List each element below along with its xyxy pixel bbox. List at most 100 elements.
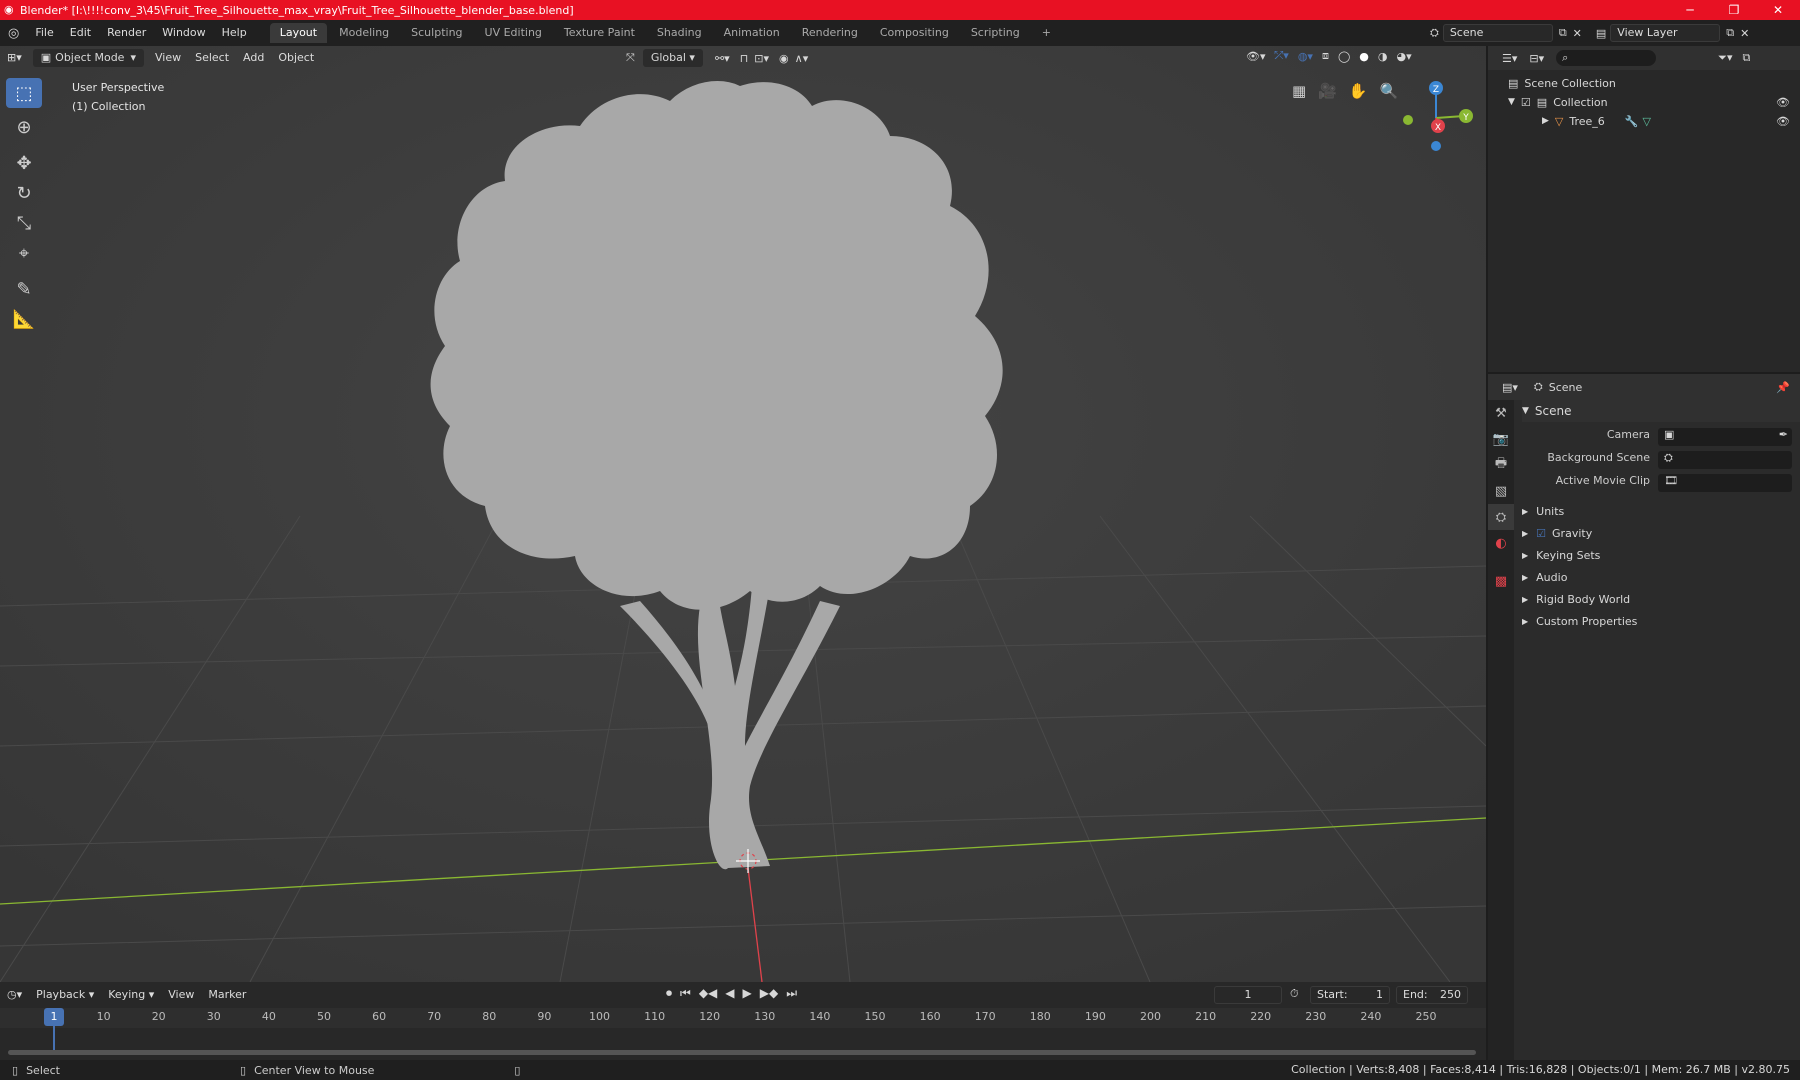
outliner-editor-icon[interactable]: ☰▾ [1502, 52, 1517, 65]
tab-rendering[interactable]: Rendering [792, 23, 868, 43]
background-scene-field[interactable]: ⛭ [1658, 451, 1792, 469]
timeline-editor-icon[interactable]: ◷▾ [0, 985, 29, 1005]
solid-shading-icon[interactable]: ● [1359, 50, 1369, 63]
pin-icon[interactable]: 📌 [1776, 381, 1790, 394]
new-scene-icon[interactable]: ⧉ [1559, 26, 1567, 40]
viewport-menu-object[interactable]: Object [271, 48, 321, 68]
tab-shading[interactable]: Shading [647, 23, 712, 43]
tab-modeling[interactable]: Modeling [329, 23, 399, 43]
ortho-toggle-icon[interactable]: ▦ [1292, 82, 1306, 100]
eyedropper-icon[interactable]: ✒ [1779, 428, 1788, 441]
scene-selector[interactable]: Scene [1442, 24, 1553, 42]
expand-arrow-icon[interactable]: ▼ [1508, 93, 1515, 112]
camera-view-icon[interactable]: 🎥 [1318, 82, 1337, 100]
preview-range-icon[interactable]: ⏱ [1290, 987, 1299, 1001]
view-layer-icon[interactable]: ▤ [1596, 27, 1606, 40]
outliner-search-input[interactable]: ⌕ [1556, 50, 1657, 66]
tab-compositing[interactable]: Compositing [870, 23, 959, 43]
3d-viewport[interactable] [0, 46, 1486, 982]
section-rigid-body-world[interactable]: ▶ Rigid Body World [1522, 590, 1800, 609]
section-audio[interactable]: ▶ Audio [1522, 568, 1800, 587]
add-workspace-button[interactable]: + [1032, 23, 1061, 43]
rotate-tool-icon[interactable]: ↻ [6, 178, 42, 208]
end-frame-field[interactable]: End: 250 [1396, 986, 1468, 1004]
timeline-menu-marker[interactable]: Marker [201, 985, 253, 1005]
overlays-icon[interactable]: ◍▾ [1298, 50, 1313, 63]
remove-scene-icon[interactable]: ✕ [1573, 27, 1582, 40]
cursor-tool-icon[interactable]: ⊕ [6, 112, 42, 142]
start-frame-field[interactable]: Start: 1 [1310, 986, 1390, 1004]
record-icon[interactable]: ⏺ [666, 986, 672, 1001]
section-custom-properties[interactable]: ▶ Custom Properties [1522, 612, 1800, 631]
display-mode-icon[interactable]: ⊟▾ [1529, 52, 1544, 65]
viewport-menu-select[interactable]: Select [188, 48, 236, 68]
world-tab-icon[interactable]: ◐ [1488, 530, 1514, 556]
section-keying-sets[interactable]: ▶ Keying Sets [1522, 546, 1800, 565]
scene-panel-header[interactable]: ▼ Scene [1522, 400, 1800, 422]
new-collection-icon[interactable]: ⧉ [1742, 51, 1750, 65]
tab-layout[interactable]: Layout [269, 23, 328, 43]
playhead[interactable]: 1 [44, 1008, 64, 1026]
move-tool-icon[interactable]: ✥ [6, 148, 42, 178]
menu-render[interactable]: Render [99, 20, 154, 46]
viewport-menu-view[interactable]: View [148, 48, 188, 68]
scale-tool-icon[interactable]: ⤡ [6, 208, 42, 238]
minimize-button[interactable]: ─ [1668, 0, 1712, 20]
timeline-menu-view[interactable]: View [161, 985, 201, 1005]
rendered-shading-icon[interactable]: ◕▾ [1396, 50, 1411, 63]
tool-tab-icon[interactable]: ⚒ [1488, 400, 1514, 426]
tab-uv-editing[interactable]: UV Editing [475, 23, 552, 43]
proportional-edit-icon[interactable]: ◉ [779, 52, 789, 65]
eye-icon[interactable]: 👁 [1776, 93, 1790, 112]
timeline-menu-playback[interactable]: Playback ▾ [29, 985, 101, 1005]
falloff-icon[interactable]: ∧▾ [795, 52, 809, 65]
play-icon[interactable]: ▶ [743, 986, 752, 1001]
jump-keyframe-forward-icon[interactable]: ▶◆ [760, 986, 778, 1001]
transform-orientation-selector[interactable]: Global ▾ [642, 49, 703, 67]
modifier-wrench-icon[interactable]: 🔧 [1625, 112, 1639, 131]
tab-animation[interactable]: Animation [714, 23, 790, 43]
include-checkbox[interactable]: ☑ [1521, 93, 1531, 112]
tab-texture-paint[interactable]: Texture Paint [554, 23, 645, 43]
outliner-row-collection[interactable]: ▼ ☑ ▤ Collection 👁 [1488, 93, 1800, 112]
mode-selector[interactable]: ▣ Object Mode ▾ [32, 49, 144, 67]
jump-keyframe-back-icon[interactable]: ◆◀ [699, 986, 717, 1001]
material-shading-icon[interactable]: ◑ [1378, 50, 1388, 63]
editor-type-icon[interactable]: ⊞▾ [0, 48, 29, 68]
expand-arrow-icon[interactable]: ▶ [1542, 112, 1549, 131]
section-units[interactable]: ▶ Units [1522, 502, 1800, 521]
scene-tab-icon[interactable]: ⛭ [1488, 504, 1514, 530]
view-layer-selector[interactable]: View Layer [1610, 24, 1721, 42]
tab-sculpting[interactable]: Sculpting [401, 23, 472, 43]
transform-tool-icon[interactable]: ⌖ [6, 238, 42, 268]
jump-end-icon[interactable]: ⏭ [786, 986, 797, 1001]
measure-tool-icon[interactable]: 📐 [6, 304, 42, 334]
remove-view-layer-icon[interactable]: ✕ [1740, 27, 1749, 40]
new-view-layer-icon[interactable]: ⧉ [1726, 26, 1734, 40]
frame-ruler[interactable]: 10 20 30 40 50 60 70 80 90 100 110 120 130 140 150 160 1… [0, 1008, 1486, 1028]
pan-hand-icon[interactable]: ✋ [1349, 82, 1368, 100]
viewport-menu-add[interactable]: Add [236, 48, 271, 68]
gravity-checkbox[interactable]: ☑ [1536, 524, 1546, 543]
snap-target-icon[interactable]: ⊡▾ [754, 52, 769, 65]
menu-edit[interactable]: Edit [62, 20, 99, 46]
annotate-tool-icon[interactable]: ✎ [6, 274, 42, 304]
jump-start-icon[interactable]: ⏮ [680, 986, 691, 1001]
current-frame-field[interactable]: 1 [1214, 986, 1282, 1004]
menu-file[interactable]: File [27, 20, 61, 46]
select-box-icon[interactable]: ⬚ [6, 78, 42, 108]
eye-icon[interactable]: 👁 [1776, 112, 1790, 131]
section-gravity[interactable]: ▶ ☑ Gravity [1522, 524, 1800, 543]
menu-window[interactable]: Window [154, 20, 213, 46]
active-movie-clip-field[interactable]: 🎞 [1658, 474, 1792, 492]
tab-scripting[interactable]: Scripting [961, 23, 1030, 43]
timeline-menu-keying[interactable]: Keying ▾ [101, 985, 161, 1005]
snap-icon[interactable]: ⊓ [740, 52, 749, 65]
properties-editor-icon[interactable]: ▤▾ [1502, 381, 1518, 394]
visibility-icon[interactable]: 👁▾ [1246, 50, 1266, 63]
orientation-gizmo[interactable]: Z Y X [1396, 78, 1476, 158]
outliner-row-tree6[interactable]: ▶ ▽ Tree_6 🔧 ▽ 👁 [1488, 112, 1800, 131]
maximize-button[interactable]: ❐ [1712, 0, 1756, 20]
wireframe-shading-icon[interactable]: ◯ [1338, 50, 1350, 63]
gizmo-toggle-icon[interactable]: ⤱▾ [1275, 49, 1289, 63]
